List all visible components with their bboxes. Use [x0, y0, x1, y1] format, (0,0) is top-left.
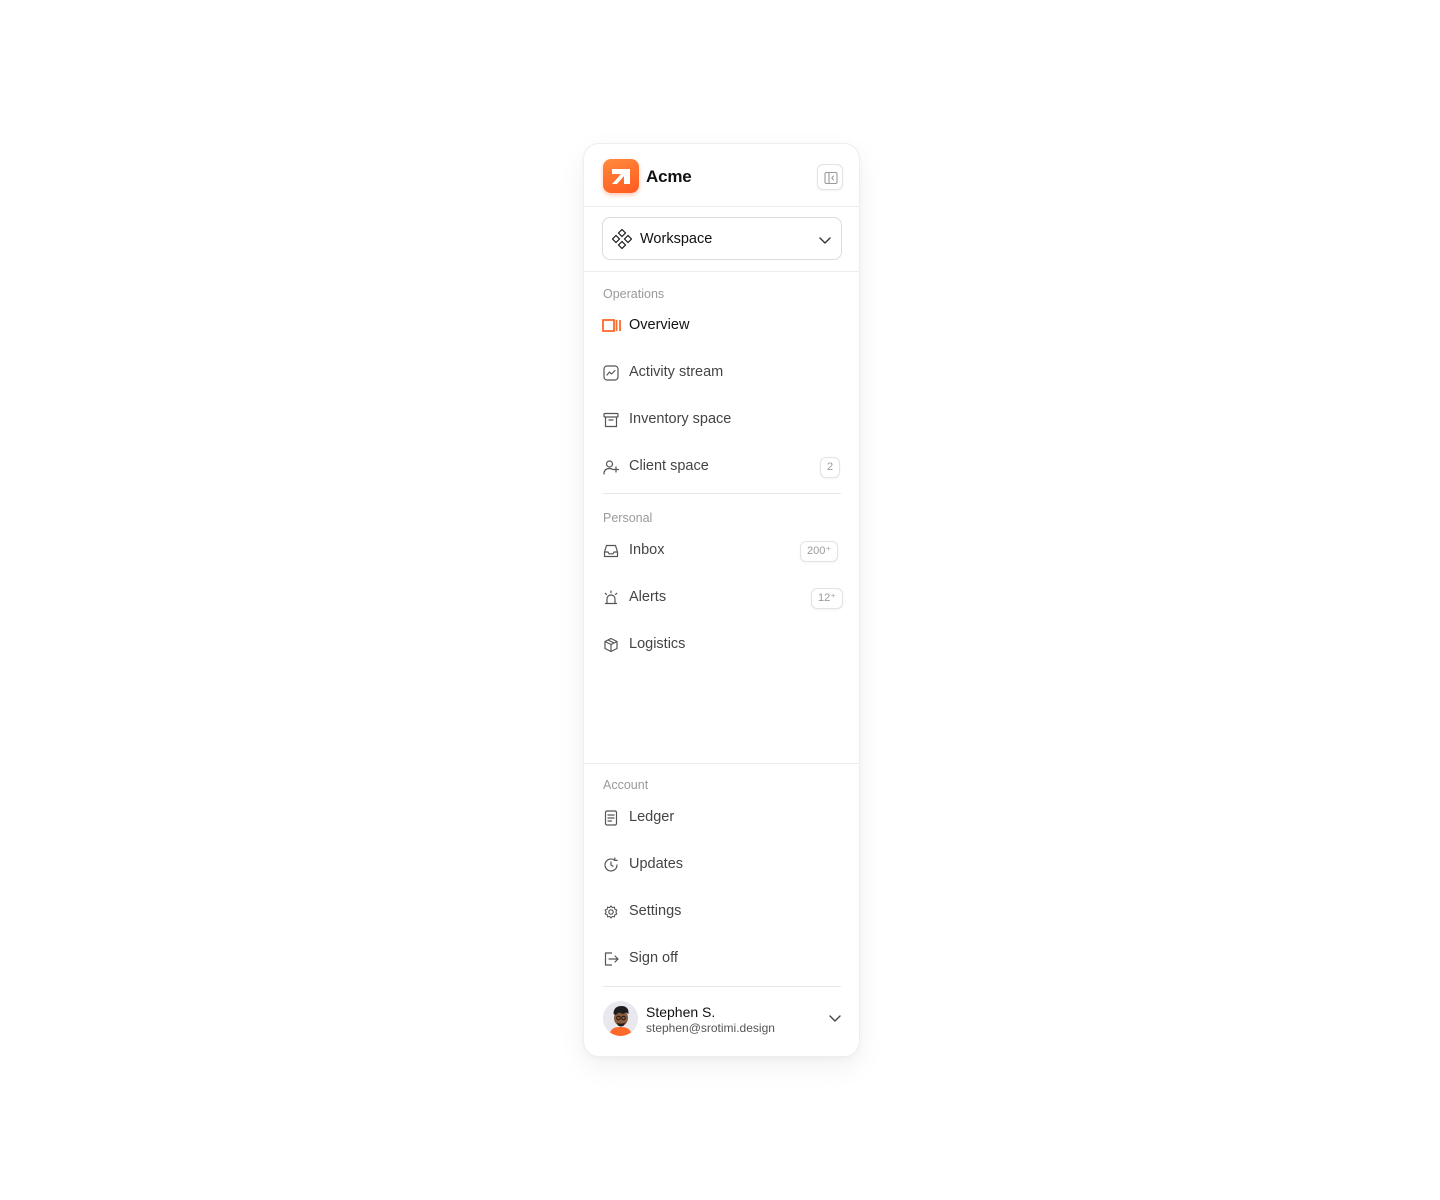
brand-name: Acme — [646, 167, 692, 186]
nav-item-settings[interactable]: Settings — [596, 893, 848, 931]
sidebar-header: Acme — [584, 144, 859, 207]
sidebar: Acme Workspace Operations Overview Activ… — [583, 143, 860, 1057]
overview-icon — [602, 319, 621, 332]
nav-item-inventory-space[interactable]: Inventory space — [596, 401, 848, 439]
section-label-account: Account — [603, 778, 649, 792]
sidebar-collapse-icon — [824, 171, 838, 185]
nav-label: Client space — [629, 458, 709, 474]
activity-chart-icon — [603, 365, 619, 381]
acme-logo — [603, 159, 639, 193]
account-divider — [584, 763, 859, 764]
nav-item-logistics[interactable]: Logistics — [596, 626, 848, 664]
nav-label: Settings — [629, 903, 682, 919]
nav-item-client-space[interactable]: Client space 2 — [596, 448, 848, 486]
nav-label: Overview — [629, 317, 690, 333]
user-profile[interactable]: Stephen S. stephen@srotimi.design — [596, 994, 848, 1042]
nav-item-inbox[interactable]: Inbox 200⁺ — [596, 532, 848, 570]
nav-item-sign-off[interactable]: Sign off — [596, 940, 848, 978]
sidebar-collapse-button[interactable] — [817, 164, 843, 190]
nav-label: Ledger — [629, 809, 675, 825]
alarm-light-icon — [604, 590, 618, 605]
refresh-clock-icon — [604, 857, 618, 872]
user-name: Stephen S. — [646, 1004, 716, 1020]
package-icon — [604, 637, 618, 653]
archive-box-icon — [603, 412, 619, 428]
nav-item-overview[interactable]: Overview — [596, 307, 848, 345]
nav-item-activity-stream[interactable]: Activity stream — [596, 354, 848, 392]
section-label-personal: Personal — [603, 511, 653, 525]
avatar — [603, 1001, 638, 1036]
nav-item-updates[interactable]: Updates — [596, 846, 848, 884]
logout-icon — [604, 952, 619, 966]
nav-item-ledger[interactable]: Ledger — [596, 799, 848, 837]
nav-label: Updates — [629, 856, 684, 872]
chevron-down-icon — [819, 237, 831, 244]
nav-label: Inbox — [629, 542, 665, 558]
inbox-icon — [603, 544, 619, 558]
nav-item-alerts[interactable]: Alerts 12⁺ — [596, 579, 848, 617]
user-add-icon — [603, 460, 619, 475]
count-badge: 2 — [820, 457, 841, 478]
nav-label: Logistics — [629, 636, 686, 652]
chevron-down-icon[interactable] — [828, 1011, 842, 1025]
user-email: stephen@srotimi.design — [646, 1021, 775, 1035]
count-badge: 12⁺ — [811, 588, 844, 609]
nav-label: Activity stream — [629, 364, 724, 380]
workspace-label: Workspace — [640, 231, 713, 247]
section-label-operations: Operations — [603, 287, 665, 301]
ledger-receipt-icon — [604, 810, 618, 826]
section-divider — [603, 493, 841, 494]
nav-label: Inventory space — [629, 411, 732, 427]
gear-icon — [604, 905, 618, 919]
workspace-diamond-icon — [612, 229, 632, 249]
nav-label: Alerts — [629, 589, 667, 605]
nav-label: Sign off — [629, 950, 678, 966]
workspace-section: Workspace — [584, 207, 859, 272]
workspace-select[interactable]: Workspace — [602, 217, 842, 260]
count-badge: 200⁺ — [800, 541, 839, 562]
user-divider — [603, 986, 841, 987]
